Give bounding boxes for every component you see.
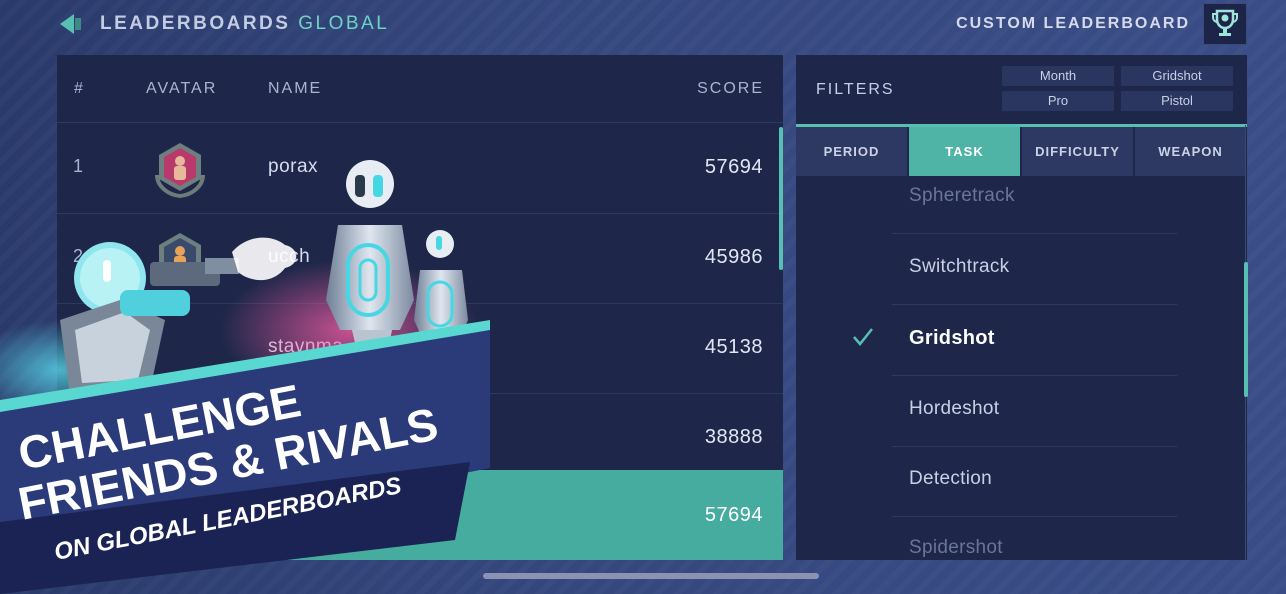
home-indicator[interactable]: [483, 573, 819, 579]
filter-chip-weapon[interactable]: Pistol: [1121, 91, 1233, 111]
row-name: ucch: [268, 246, 311, 267]
table-row[interactable]: 1 porax 57694: [57, 124, 783, 214]
leaderboard-panel: # AVATAR NAME SCORE 1 porax 57694 2 ucch…: [57, 55, 783, 560]
column-avatar: AVATAR: [146, 80, 218, 97]
filters-label: FILTERS: [816, 81, 895, 98]
filter-chip-difficulty[interactable]: Pro: [1002, 91, 1114, 111]
row-score: 38888: [704, 426, 763, 448]
top-bar: LEADERBOARDS GLOBAL CUSTOM LEADERBOARD: [0, 0, 1286, 50]
option-label: Spheretrack: [909, 185, 1015, 206]
column-score: SCORE: [697, 80, 764, 97]
checkmark-icon: [853, 328, 873, 346]
option-label: Spidershot: [909, 537, 1003, 558]
task-option-switchtrack[interactable]: Switchtrack: [796, 234, 1247, 305]
option-label: Gridshot: [909, 327, 995, 349]
column-rank: #: [74, 80, 85, 97]
back-arrow-icon: [60, 14, 81, 34]
rank-badge-icon: [155, 143, 205, 199]
task-option-detection[interactable]: Detection: [796, 446, 1247, 517]
task-option-spheretrack[interactable]: Spheretrack: [796, 163, 1247, 234]
my-rank-row[interactable]: 57694: [57, 470, 783, 560]
trophy-icon: [1212, 9, 1238, 36]
filter-scrollbar[interactable]: [1244, 262, 1248, 397]
option-label: Hordeshot: [909, 398, 1000, 419]
option-label: Detection: [909, 468, 992, 489]
row-score: 57694: [704, 156, 763, 178]
row-name: stavnma: [268, 336, 344, 357]
leaderboard-header: # AVATAR NAME SCORE: [57, 55, 783, 123]
custom-leaderboard-button[interactable]: CUSTOM LEADERBOARD: [956, 15, 1190, 33]
task-option-spidershot[interactable]: Spidershot: [796, 515, 1247, 560]
table-row[interactable]: 2 ucch 45986: [57, 214, 783, 304]
column-name: NAME: [268, 80, 323, 97]
option-label: Switchtrack: [909, 256, 1010, 277]
row-rank: 1: [73, 156, 84, 176]
row-score: 45986: [704, 246, 763, 268]
title-leaderboards: LEADERBOARDS: [100, 13, 291, 34]
row-score: 45138: [704, 336, 763, 358]
row-name: porax: [268, 156, 319, 177]
task-option-gridshot[interactable]: Gridshot: [796, 305, 1247, 376]
table-row[interactable]: stavnma 45138: [57, 304, 783, 394]
row-rank: 2: [73, 246, 84, 266]
back-button[interactable]: [58, 12, 86, 36]
page-title: LEADERBOARDS GLOBAL: [100, 13, 389, 35]
filter-chip-period[interactable]: Month: [1002, 66, 1114, 86]
task-option-hordeshot[interactable]: Hordeshot: [796, 376, 1247, 447]
filter-chip-task[interactable]: Gridshot: [1121, 66, 1233, 86]
filter-panel: FILTERS Month Gridshot Pro Pistol PERIOD…: [796, 55, 1247, 560]
trophy-button[interactable]: [1203, 3, 1247, 45]
leaderboard-scrollbar[interactable]: [779, 127, 783, 270]
title-global: GLOBAL: [298, 13, 390, 34]
rank-badge-icon: [159, 233, 201, 281]
my-score: 57694: [704, 504, 763, 526]
